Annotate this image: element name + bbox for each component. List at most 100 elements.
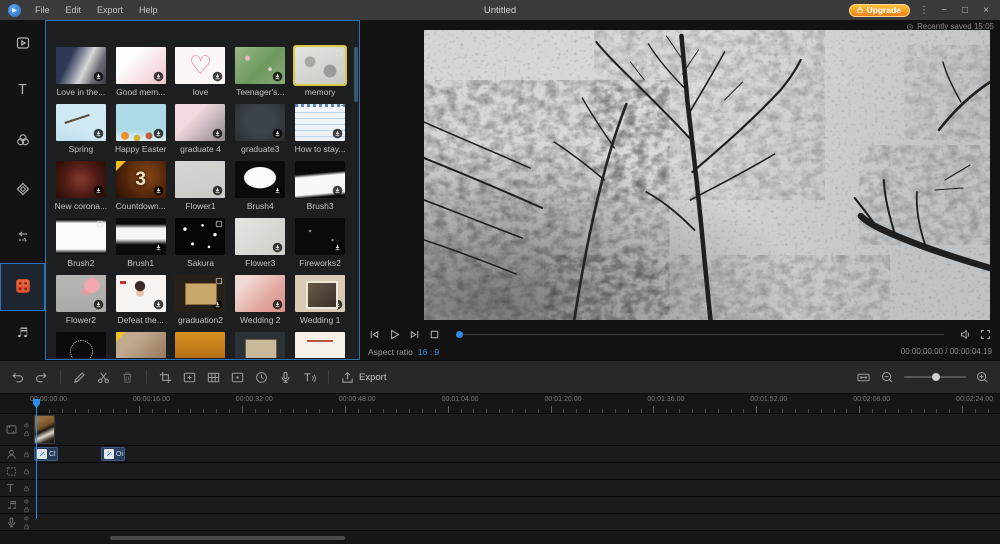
download-icon[interactable] bbox=[153, 242, 164, 253]
element-item[interactable] bbox=[111, 332, 171, 358]
download-icon[interactable] bbox=[272, 185, 283, 196]
element-item[interactable]: Brush1 bbox=[111, 218, 171, 275]
download-icon[interactable] bbox=[212, 128, 223, 139]
mosaic-button[interactable] bbox=[206, 370, 221, 385]
element-thumb[interactable] bbox=[295, 161, 345, 198]
element-thumb[interactable] bbox=[116, 47, 166, 84]
element-thumb[interactable] bbox=[56, 275, 106, 312]
timeline-effect-clip[interactable]: Cl bbox=[34, 447, 58, 461]
sidebar-item-music[interactable]: ♬ bbox=[0, 311, 45, 360]
download-icon[interactable] bbox=[272, 299, 283, 310]
element-item[interactable]: Fireworks2 bbox=[290, 218, 350, 275]
menu-edit[interactable]: Edit bbox=[58, 5, 90, 15]
text-to-speech-button[interactable] bbox=[302, 370, 317, 385]
timeline-effect-clip[interactable]: Oi bbox=[101, 447, 125, 461]
sidebar-item-elements[interactable] bbox=[0, 263, 45, 312]
download-icon[interactable] bbox=[93, 299, 104, 310]
element-thumb[interactable] bbox=[175, 218, 225, 255]
zoom-in-button[interactable] bbox=[975, 370, 990, 385]
sidebar-item-media[interactable] bbox=[0, 20, 45, 69]
download-icon[interactable] bbox=[212, 185, 223, 196]
element-thumb[interactable]: 3 bbox=[116, 161, 166, 198]
lock-icon[interactable] bbox=[23, 485, 30, 492]
menu-file[interactable]: File bbox=[27, 5, 58, 15]
redo-button[interactable] bbox=[34, 370, 49, 385]
element-thumb[interactable] bbox=[175, 47, 225, 84]
seek-track[interactable] bbox=[463, 334, 944, 335]
delete-button[interactable] bbox=[120, 370, 135, 385]
download-icon[interactable] bbox=[153, 299, 164, 310]
element-thumb[interactable] bbox=[295, 218, 345, 255]
download-icon[interactable] bbox=[153, 71, 164, 82]
download-icon[interactable] bbox=[153, 185, 164, 196]
stop-button[interactable] bbox=[428, 328, 441, 341]
element-thumb[interactable] bbox=[116, 218, 166, 255]
fullscreen-icon[interactable] bbox=[979, 328, 992, 341]
minimize-button[interactable]: − bbox=[938, 5, 950, 16]
more-menu-icon[interactable]: ⋮ bbox=[919, 5, 929, 16]
element-item[interactable]: Brush4 bbox=[230, 161, 290, 218]
fit-timeline-button[interactable] bbox=[856, 370, 871, 385]
aspect-ratio-value[interactable]: 16 : 9 bbox=[418, 347, 439, 357]
element-item[interactable]: Love in the... bbox=[51, 47, 111, 104]
element-item[interactable]: Happy Easter bbox=[111, 104, 171, 161]
edit-button[interactable] bbox=[72, 370, 87, 385]
sidebar-item-filters[interactable] bbox=[0, 117, 45, 166]
seek-handle[interactable] bbox=[456, 331, 463, 338]
element-item[interactable]: Spring bbox=[51, 104, 111, 161]
duration-button[interactable] bbox=[254, 370, 269, 385]
lock-icon[interactable] bbox=[23, 523, 30, 530]
element-item[interactable]: Brush3 bbox=[290, 161, 350, 218]
export-button[interactable]: Export bbox=[340, 370, 386, 385]
element-thumb[interactable] bbox=[175, 332, 225, 358]
download-icon[interactable] bbox=[93, 185, 104, 196]
element-thumb[interactable] bbox=[116, 104, 166, 141]
element-thumb[interactable] bbox=[235, 161, 285, 198]
download-icon[interactable] bbox=[93, 71, 104, 82]
element-thumb[interactable] bbox=[295, 47, 345, 84]
element-thumb[interactable] bbox=[56, 104, 106, 141]
element-item[interactable]: Good mem... bbox=[111, 47, 171, 104]
element-thumb[interactable] bbox=[56, 47, 106, 84]
element-item[interactable] bbox=[171, 332, 231, 358]
lock-icon[interactable] bbox=[23, 506, 30, 513]
undo-button[interactable] bbox=[10, 370, 25, 385]
element-thumb[interactable] bbox=[235, 218, 285, 255]
element-item[interactable]: graduation2 bbox=[171, 275, 231, 332]
element-item[interactable]: love bbox=[171, 47, 231, 104]
playhead-line[interactable] bbox=[36, 406, 37, 519]
lock-icon[interactable] bbox=[23, 468, 30, 475]
lock-icon[interactable] bbox=[23, 451, 30, 458]
element-thumb[interactable] bbox=[235, 275, 285, 312]
zoom-tool-button[interactable] bbox=[182, 370, 197, 385]
crop-button[interactable] bbox=[158, 370, 173, 385]
mute-icon[interactable] bbox=[23, 515, 30, 522]
download-icon[interactable] bbox=[272, 71, 283, 82]
element-item[interactable]: Flower1 bbox=[171, 161, 231, 218]
lock-icon[interactable] bbox=[23, 430, 30, 437]
element-item[interactable]: Teenager's... bbox=[230, 47, 290, 104]
element-item[interactable] bbox=[290, 332, 350, 358]
download-icon[interactable] bbox=[332, 242, 343, 253]
timeline-zoom-handle[interactable] bbox=[932, 373, 940, 381]
element-item[interactable]: Flower3 bbox=[230, 218, 290, 275]
element-thumb[interactable] bbox=[175, 104, 225, 141]
download-icon[interactable] bbox=[212, 71, 223, 82]
menu-help[interactable]: Help bbox=[131, 5, 166, 15]
element-item[interactable]: New corona... bbox=[51, 161, 111, 218]
timeline-ruler[interactable]: 00:00:00.0000:00:16.0000:00:32.0000:00:4… bbox=[0, 394, 1000, 414]
timeline-zoom-slider[interactable] bbox=[904, 376, 966, 378]
seek-slider[interactable] bbox=[456, 331, 944, 338]
split-button[interactable] bbox=[96, 370, 111, 385]
download-icon[interactable] bbox=[212, 299, 223, 310]
zoom-out-button[interactable] bbox=[880, 370, 895, 385]
timeline-hscrollbar[interactable] bbox=[110, 536, 345, 540]
element-item[interactable] bbox=[230, 332, 290, 358]
element-item[interactable]: 3 Countdown... bbox=[111, 161, 171, 218]
close-button[interactable]: × bbox=[980, 5, 992, 16]
mute-icon[interactable] bbox=[23, 498, 30, 505]
element-item[interactable]: Wedding 1 bbox=[290, 275, 350, 332]
element-item[interactable]: Wedding 2 bbox=[230, 275, 290, 332]
download-icon[interactable] bbox=[332, 299, 343, 310]
download-icon[interactable] bbox=[332, 128, 343, 139]
